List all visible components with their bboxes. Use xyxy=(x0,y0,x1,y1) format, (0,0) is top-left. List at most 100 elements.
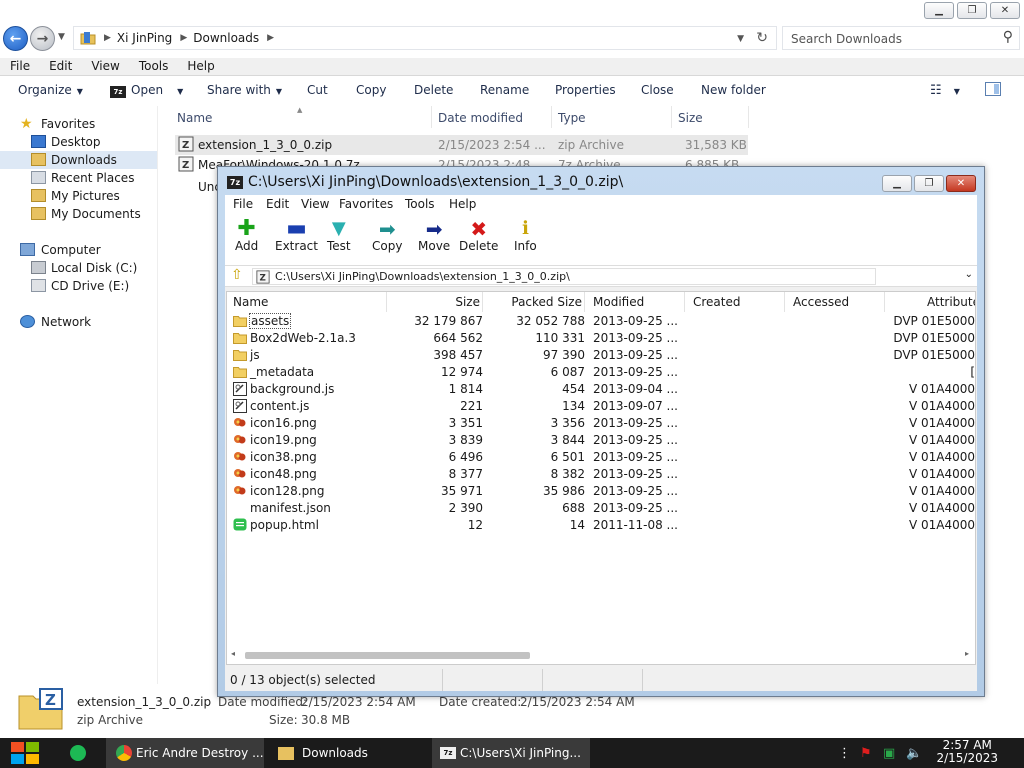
preview-pane-icon[interactable] xyxy=(985,82,1001,99)
cut-button[interactable]: Cut xyxy=(307,83,328,97)
properties-button[interactable]: Properties xyxy=(555,83,616,97)
nav-computer[interactable]: Computer xyxy=(0,241,157,259)
open-button[interactable]: 7z Open ▼ xyxy=(110,83,183,98)
copy-button[interactable]: Copy xyxy=(356,83,386,97)
minimize-button[interactable]: ▁ xyxy=(924,2,954,19)
add-button[interactable]: ✚ Add xyxy=(235,218,258,254)
column-size[interactable]: Size xyxy=(678,111,703,125)
menu-tools[interactable]: Tools xyxy=(129,58,178,75)
search-input[interactable]: Search Downloads ⚲ xyxy=(782,26,1020,50)
forward-button[interactable]: → xyxy=(30,26,55,51)
archive-row[interactable]: icon38.png 6 496 6 501 2013-09-25 ... V 01A4… xyxy=(227,449,975,466)
delete-button[interactable]: Delete xyxy=(414,83,453,97)
archive-row[interactable]: assets 32 179 867 32 052 788 2013-09-25 ...… xyxy=(227,313,975,330)
nav-local-disk[interactable]: Local Disk (C:) xyxy=(0,259,157,277)
archive-row[interactable]: icon128.png 35 971 35 986 2013-09-25 ... V 0… xyxy=(227,483,975,500)
maximize-button[interactable]: ❐ xyxy=(914,175,944,192)
archive-row-packed-size: 35 986 xyxy=(543,484,585,498)
nav-cd-drive[interactable]: CD Drive (E:) xyxy=(0,277,157,295)
file-row[interactable]: Z extension_1_3_0_0.zip 2/15/2023 2:54 .… xyxy=(175,135,748,155)
archive-row-attribute: DVP 01E5000 xyxy=(893,348,975,362)
column-name[interactable]: Name xyxy=(177,111,212,125)
back-button[interactable]: ← xyxy=(3,26,28,51)
desktop-icon xyxy=(31,135,46,148)
taskbar-chrome[interactable]: Eric Andre Destroy ... xyxy=(106,738,264,768)
delete-button[interactable]: ✖ Delete xyxy=(459,219,498,253)
path-input[interactable]: Z C:\Users\Xi JinPing\Downloads\extensio… xyxy=(252,268,876,285)
taskbar-sevenzip[interactable]: 7z C:\Users\Xi JinPing... xyxy=(432,738,590,768)
column-accessed[interactable]: Accessed xyxy=(785,292,885,312)
system-clock[interactable]: 2:57 AM 2/15/2023 xyxy=(936,739,998,765)
column-packed-size[interactable]: Packed Size xyxy=(483,292,585,312)
menu-help[interactable]: Help xyxy=(177,58,223,75)
nav-network[interactable]: Network xyxy=(0,313,157,331)
archive-row[interactable]: _metadata 12 974 6 087 2013-09-25 ... [ xyxy=(227,364,975,381)
menu-file[interactable]: File xyxy=(233,197,253,211)
archive-row-attribute: DVP 01E5000 xyxy=(893,331,975,345)
breadcrumb-downloads[interactable]: Downloads xyxy=(193,31,259,45)
nav-recent-places[interactable]: Recent Places xyxy=(0,169,157,187)
archive-row[interactable]: background.js 1 814 454 2013-09-04 ... V 01A… xyxy=(227,381,975,398)
chevron-down-icon[interactable]: ▼ xyxy=(737,34,744,44)
archive-row[interactable]: Box2dWeb-2.1a.3 664 562 110 331 2013-09-25 … xyxy=(227,330,975,347)
menu-file[interactable]: File xyxy=(0,58,39,75)
menu-view[interactable]: View xyxy=(301,197,329,211)
menu-favorites[interactable]: Favorites xyxy=(339,197,393,211)
scrollbar-thumb[interactable] xyxy=(245,652,530,659)
refresh-icon[interactable]: ↻ xyxy=(756,30,768,46)
tray-overflow-icon[interactable]: ⋮ xyxy=(838,746,851,761)
menu-edit[interactable]: Edit xyxy=(266,197,289,211)
archive-row[interactable]: icon19.png 3 839 3 844 2013-09-25 ... V 01A4… xyxy=(227,432,975,449)
close-button[interactable]: ✕ xyxy=(990,2,1020,19)
archive-row[interactable]: icon16.png 3 351 3 356 2013-09-25 ... V 01A4… xyxy=(227,415,975,432)
column-name[interactable]: Name xyxy=(227,292,387,312)
menu-help[interactable]: Help xyxy=(449,197,476,211)
column-date-modified[interactable]: Date modified xyxy=(438,111,523,125)
start-button[interactable] xyxy=(8,738,46,768)
archive-row[interactable]: popup.html 12 14 2011-11-08 ... V 01A4000 xyxy=(227,517,975,534)
nav-downloads[interactable]: Downloads xyxy=(0,151,157,169)
new-folder-button[interactable]: New folder xyxy=(701,83,766,97)
close-button[interactable]: ✕ xyxy=(946,175,976,192)
taskbar-explorer[interactable]: Downloads xyxy=(272,738,426,768)
volume-muted-icon[interactable]: 🔈 xyxy=(906,746,922,761)
organize-button[interactable]: Organize ▼ xyxy=(18,83,83,97)
extract-button[interactable]: ▬ Extract xyxy=(275,218,318,254)
nav-desktop[interactable]: Desktop xyxy=(0,133,157,151)
search-icon[interactable]: ⚲ xyxy=(1003,29,1013,45)
folder-up-icon[interactable]: ⇧ xyxy=(231,267,243,283)
taskbar-pinned-app[interactable] xyxy=(70,738,94,768)
copy-button[interactable]: ➡ Copy xyxy=(372,219,402,253)
test-button[interactable]: ▼ Test xyxy=(327,219,351,254)
path-dropdown-icon[interactable]: ⌄ xyxy=(965,269,973,280)
share-with-button[interactable]: Share with ▼ xyxy=(207,83,282,97)
nav-favorites[interactable]: ★ Favorites xyxy=(0,115,157,133)
minimize-button[interactable]: ▁ xyxy=(882,175,912,192)
column-size[interactable]: Size xyxy=(387,292,483,312)
menu-view[interactable]: View xyxy=(81,58,128,75)
rename-button[interactable]: Rename xyxy=(480,83,529,97)
archive-row[interactable]: icon48.png 8 377 8 382 2013-09-25 ... V 01A4… xyxy=(227,466,975,483)
menu-edit[interactable]: Edit xyxy=(39,58,81,75)
horizontal-scrollbar[interactable]: ◂ ▸ xyxy=(227,648,975,664)
nav-my-pictures[interactable]: My Pictures xyxy=(0,187,157,205)
column-type[interactable]: Type xyxy=(558,111,586,125)
column-attribute[interactable]: Attribute xyxy=(885,292,975,312)
nav-my-documents[interactable]: My Documents xyxy=(0,205,157,223)
action-center-flag-icon[interactable]: ⚑ xyxy=(860,746,872,761)
breadcrumb-user[interactable]: Xi JinPing xyxy=(117,31,172,45)
archive-row[interactable]: manifest.json 2 390 688 2013-09-25 ... V 01A… xyxy=(227,500,975,517)
move-button[interactable]: ➡ Move xyxy=(418,219,450,253)
network-tray-icon[interactable]: ▣ xyxy=(883,746,895,761)
close-command-button[interactable]: Close xyxy=(641,83,674,97)
maximize-button[interactable]: ❐ xyxy=(957,2,987,19)
address-bar[interactable]: ▶ Xi JinPing ▶ Downloads ▶ ▼ ↻ xyxy=(73,26,777,50)
menu-tools[interactable]: Tools xyxy=(405,197,435,211)
archive-row[interactable]: js 398 457 97 390 2013-09-25 ... DVP 01E5000 xyxy=(227,347,975,364)
archive-row[interactable]: content.js 221 134 2013-09-07 ... V 01A4000 xyxy=(227,398,975,415)
info-button[interactable]: ℹ Info xyxy=(514,219,537,254)
column-created[interactable]: Created xyxy=(685,292,785,312)
column-modified[interactable]: Modified xyxy=(585,292,685,312)
recent-pages-button[interactable]: ▼ xyxy=(58,32,65,42)
view-options-icon[interactable]: ☷ ▼ xyxy=(930,83,960,98)
